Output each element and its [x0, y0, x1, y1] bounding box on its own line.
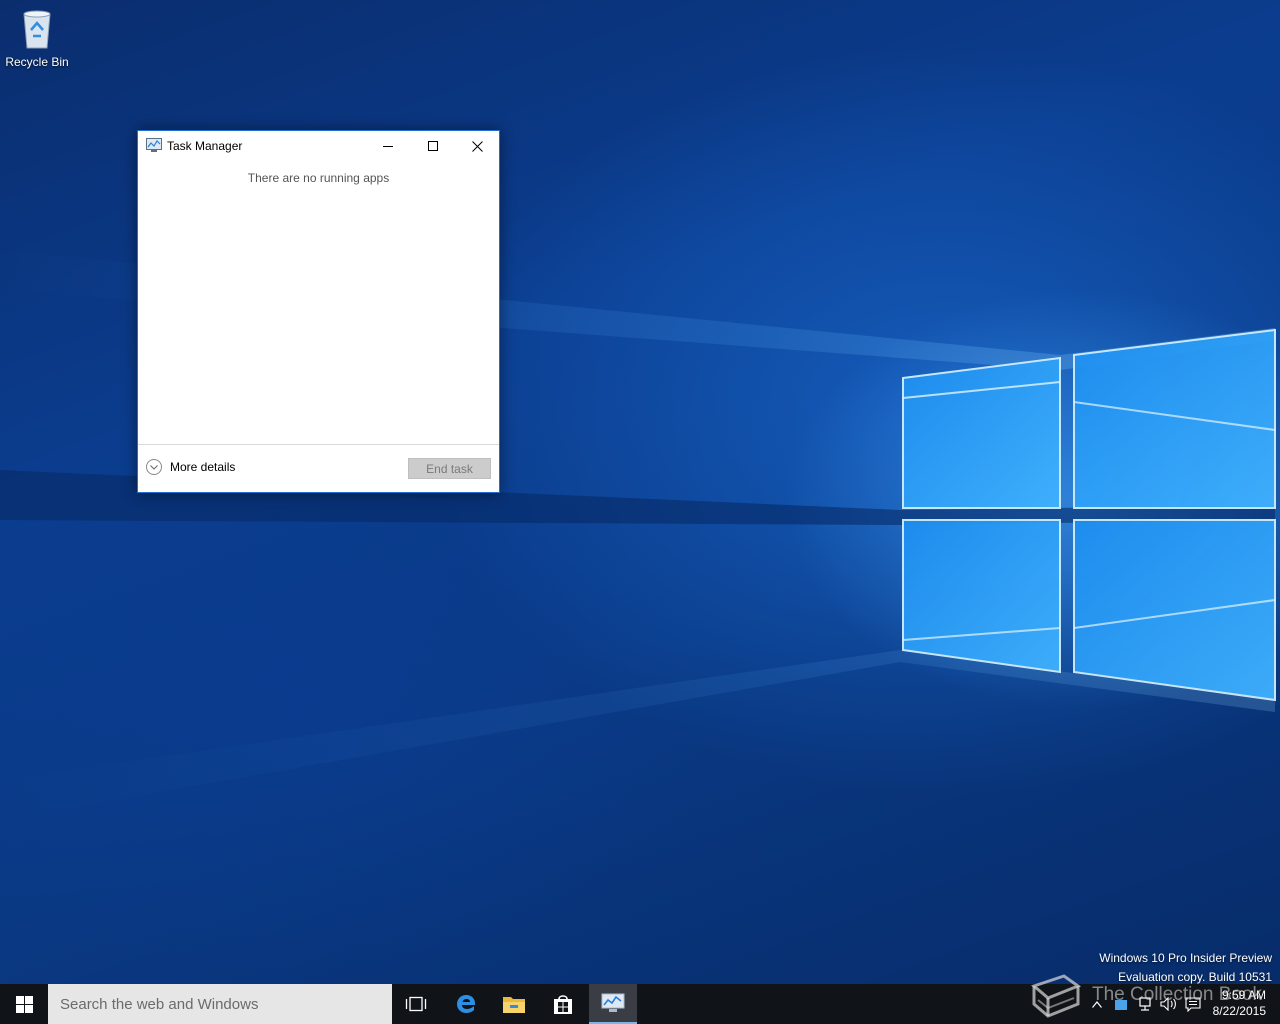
task-manager-window: Task Manager There are no running apps M… — [137, 130, 500, 493]
edge-button[interactable] — [442, 984, 490, 1024]
file-explorer-button[interactable] — [490, 984, 538, 1024]
title-bar[interactable]: Task Manager — [138, 131, 499, 161]
search-box[interactable]: Search the web and Windows — [48, 984, 392, 1024]
desktop-icon-label: Recycle Bin — [5, 55, 69, 69]
minimize-icon — [382, 146, 393, 147]
close-icon — [472, 140, 483, 152]
collection-book-watermark: The Collection Book — [1030, 970, 1262, 1020]
store-icon — [554, 995, 572, 1014]
file-explorer-icon — [503, 997, 525, 1013]
minimize-button[interactable] — [365, 131, 410, 161]
edge-icon — [457, 995, 476, 1013]
collection-book-label: The Collection Book — [1092, 984, 1263, 1005]
task-manager-icon — [146, 138, 162, 152]
desktop: Recycle Bin Task Manager There are no ru… — [0, 0, 1280, 984]
window-title: Task Manager — [167, 139, 243, 153]
window-footer: More details End task — [138, 444, 499, 492]
more-details-toggle[interactable]: More details — [146, 459, 235, 475]
task-view-icon — [405, 996, 427, 1012]
chevron-down-icon — [146, 459, 162, 475]
task-view-button[interactable] — [392, 984, 440, 1024]
recycle-bin-icon — [23, 10, 51, 49]
close-button[interactable] — [455, 131, 500, 161]
book-icon — [1031, 974, 1082, 1018]
more-details-label: More details — [170, 460, 236, 474]
windows-logo-icon — [15, 995, 33, 1013]
maximize-icon — [427, 141, 438, 151]
watermark-line-1: Windows 10 Pro Insider Preview — [1099, 951, 1272, 965]
end-task-button[interactable]: End task — [408, 458, 491, 479]
desktop-icon-recycle-bin[interactable]: Recycle Bin — [2, 6, 72, 69]
empty-apps-message: There are no running apps — [247, 171, 390, 185]
task-manager-icon — [601, 993, 625, 1012]
start-button[interactable] — [0, 984, 48, 1024]
maximize-button[interactable] — [410, 131, 455, 161]
task-manager-taskbar-button[interactable] — [589, 984, 637, 1024]
store-button[interactable] — [539, 984, 587, 1024]
